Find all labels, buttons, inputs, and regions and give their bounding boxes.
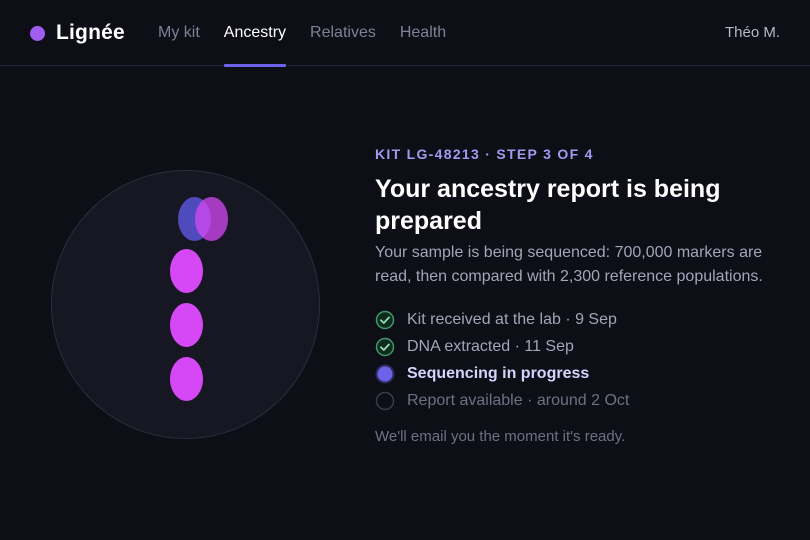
step-report-available: Report available · around 2 Oct — [375, 387, 795, 414]
email-notice: We'll email you the moment it's ready. — [375, 428, 626, 445]
step-kit-received: Kit received at the lab · 9 Sep — [375, 306, 795, 333]
dna-sequencing-illustration — [51, 170, 320, 439]
brand-name: Lignée — [56, 21, 125, 44]
top-navigation-bar: Lignée My kit Ancestry Relatives Health … — [0, 0, 810, 67]
brand-logo[interactable]: Lignée — [30, 20, 125, 46]
tab-health[interactable]: Health — [400, 0, 446, 66]
step-dna-extracted: DNA extracted · 11 Sep — [375, 333, 795, 360]
step-sequencing: Sequencing in progress — [375, 360, 795, 387]
empty-circle-icon — [375, 391, 395, 410]
kit-step-label: KIT LG-48213 · STEP 3 OF 4 — [375, 146, 594, 162]
step-label: Kit received at the lab · 9 Sep — [407, 310, 617, 328]
page-title: Your ancestry report is being prepared — [375, 175, 721, 235]
step-label: Report available · around 2 Oct — [407, 391, 630, 409]
status-panel: KIT LG-48213 · STEP 3 OF 4 Your ancestry… — [375, 146, 795, 445]
tab-ancestry[interactable]: Ancestry — [223, 0, 287, 67]
main-nav: My kit Ancestry Relatives Health — [158, 0, 446, 67]
progress-steps: Kit received at the lab · 9 Sep DNA extr… — [375, 306, 795, 414]
brand-dot-icon — [30, 25, 45, 41]
dna-base-pair-magenta — [170, 249, 203, 293]
check-circle-icon — [375, 310, 395, 329]
dna-base-pair-magenta — [170, 357, 203, 401]
step-label: Sequencing in progress — [407, 364, 590, 382]
progress-dot-icon — [375, 364, 395, 383]
tab-relatives[interactable]: Relatives — [310, 0, 376, 66]
user-menu[interactable]: Théo M. — [725, 0, 780, 66]
status-description: Your sample is being sequenced: 700,000 … — [375, 244, 763, 285]
tab-my-kit[interactable]: My kit — [158, 0, 200, 66]
step-label: DNA extracted · 11 Sep — [407, 337, 574, 355]
check-circle-icon — [375, 337, 395, 356]
dna-base-pair-magenta — [170, 303, 203, 347]
dna-base-pair-magenta — [195, 197, 228, 241]
